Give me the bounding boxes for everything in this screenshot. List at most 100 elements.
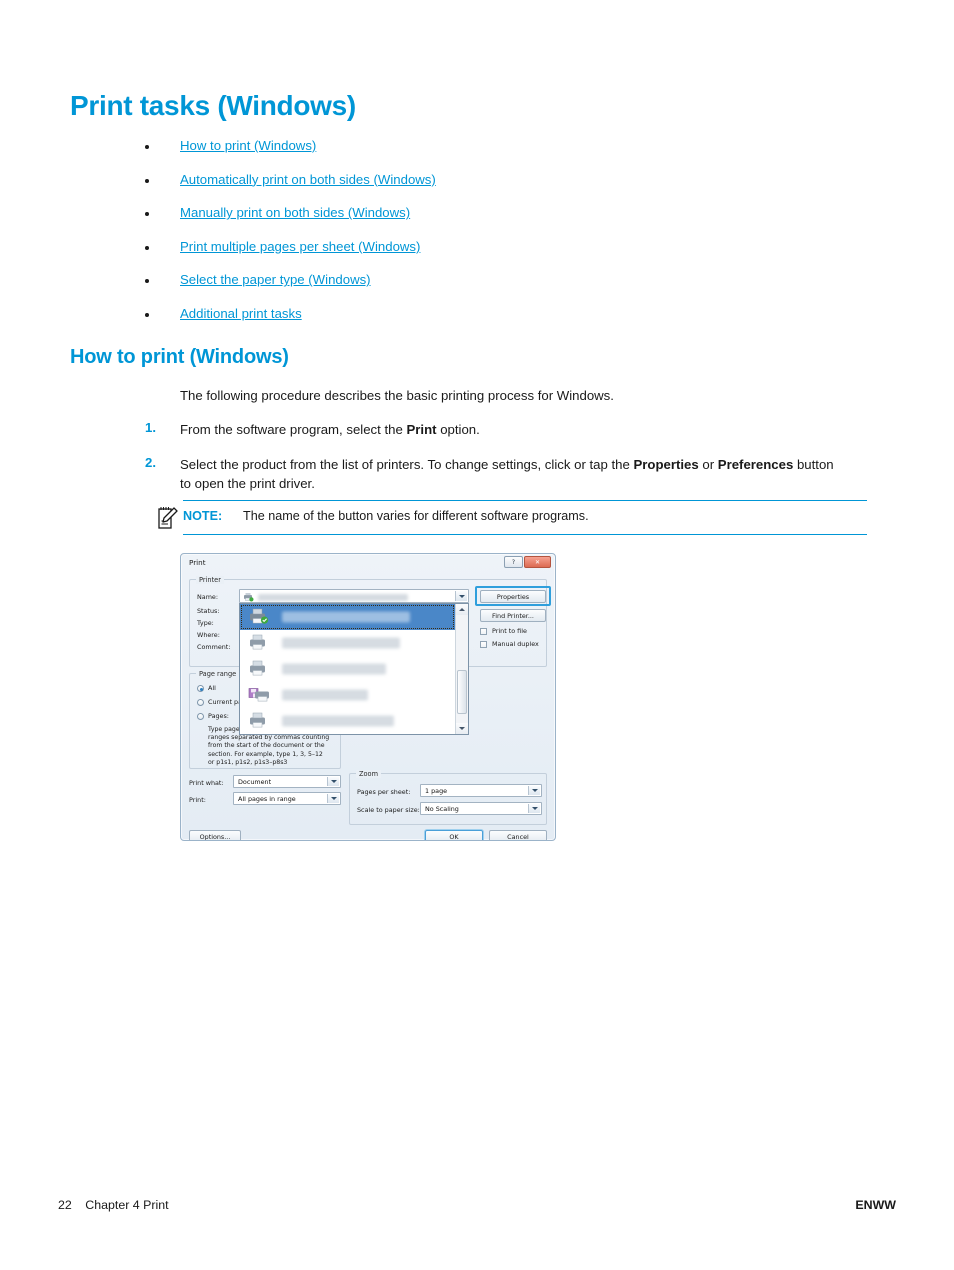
dialog-body: Printer Name: Status: Type: Where: Comme… [181, 571, 555, 840]
printer-dropdown-list[interactable] [239, 603, 469, 735]
toc-link[interactable]: Additional print tasks [180, 306, 302, 321]
list-item[interactable] [240, 630, 455, 656]
toc-link[interactable]: How to print (Windows) [180, 138, 316, 153]
toc-link[interactable]: Select the paper type (Windows) [180, 272, 371, 287]
printer-icon [248, 634, 270, 653]
toc-link[interactable]: Manually print on both sides (Windows) [180, 205, 410, 220]
options-button[interactable]: Options... [189, 830, 241, 840]
printer-icon [248, 608, 270, 627]
zoom-group: Zoom [349, 770, 547, 825]
note-pencil-icon [157, 505, 179, 530]
scale-to-paper-value: No Scaling [425, 804, 459, 813]
printer-entry-redacted [282, 611, 410, 623]
print-dialog: Print ? ✕ Printer Name: Status: Type: Wh… [180, 553, 556, 841]
printer-name-combo[interactable] [239, 589, 469, 603]
bullet-icon [145, 312, 149, 317]
chevron-down-icon[interactable] [528, 786, 540, 795]
list-item[interactable] [240, 604, 455, 630]
printer-entry-redacted [282, 637, 400, 649]
printer-icon [244, 593, 254, 602]
scale-to-paper-combo[interactable]: No Scaling [420, 802, 542, 815]
note-text: The name of the button varies for differ… [243, 509, 589, 523]
section-heading: How to print (Windows) [70, 346, 289, 368]
list-item[interactable]: Automatically print on both sides (Windo… [145, 172, 845, 206]
page-range-all-radio[interactable] [197, 685, 204, 692]
chevron-down-icon[interactable] [455, 591, 467, 601]
print-what-combo[interactable]: Document [233, 775, 341, 788]
manual-duplex-label: Manual duplex [492, 640, 539, 648]
printer-name-label: Name: [197, 593, 219, 601]
dropdown-scrollbar[interactable] [455, 604, 468, 734]
list-item[interactable] [240, 656, 455, 682]
page-range-pages-label: Pages: [208, 712, 229, 720]
page-range-pages-radio[interactable] [197, 713, 204, 720]
toc-link[interactable]: Print multiple pages per sheet (Windows) [180, 239, 420, 254]
page-range-all-label: All [208, 684, 216, 692]
bullet-icon [145, 145, 149, 149]
printer-icon [248, 660, 270, 679]
note-divider-top [183, 500, 867, 501]
scale-to-paper-label: Scale to paper size: [357, 806, 420, 814]
close-button[interactable]: ✕ [524, 556, 551, 568]
ok-button[interactable]: OK [425, 830, 483, 840]
procedure-steps: 1. From the software program, select the… [145, 420, 845, 509]
note-divider-bottom [183, 534, 867, 535]
printer-type-label: Type: [197, 619, 214, 627]
intro-paragraph: The following procedure describes the ba… [180, 388, 614, 403]
print-to-file-checkbox[interactable] [480, 628, 487, 635]
bullet-icon [145, 279, 149, 284]
list-item[interactable]: Print multiple pages per sheet (Windows) [145, 239, 845, 273]
pages-per-sheet-combo[interactable]: 1 page [420, 784, 542, 797]
step-item: 2. Select the product from the list of p… [145, 455, 845, 493]
print-filter-value: All pages in range [238, 794, 296, 803]
list-item[interactable]: How to print (Windows) [145, 138, 845, 172]
printer-comment-label: Comment: [197, 643, 231, 651]
pages-per-sheet-value: 1 page [425, 786, 448, 795]
printer-name-value-redacted [258, 594, 408, 601]
step-text: Select the product from the list of prin… [180, 457, 834, 491]
section-link-list: How to print (Windows) Automatically pri… [145, 138, 845, 340]
save-to-file-icon [248, 686, 270, 705]
note-callout: NOTE: The name of the button varies for … [155, 500, 867, 535]
footer-page-number: 22 [58, 1198, 72, 1212]
scrollbar-thumb[interactable] [457, 670, 467, 714]
document-page: Print tasks (Windows) How to print (Wind… [0, 0, 954, 1270]
printer-entry-redacted [282, 689, 368, 701]
print-filter-label: Print: [189, 796, 206, 804]
bullet-icon [145, 212, 149, 217]
bullet-icon [145, 178, 149, 183]
page-range-current-radio[interactable] [197, 699, 204, 706]
toc-link[interactable]: Automatically print on both sides (Windo… [180, 172, 436, 187]
chevron-down-icon[interactable] [327, 777, 339, 786]
list-item[interactable]: Manually print on both sides (Windows) [145, 205, 845, 239]
step-text: From the software program, select the Pr… [180, 422, 480, 437]
cancel-button[interactable]: Cancel [489, 830, 547, 840]
printer-icon [248, 712, 270, 731]
page-title: Print tasks (Windows) [70, 90, 356, 121]
scroll-down-icon[interactable] [456, 723, 468, 734]
chevron-down-icon[interactable] [327, 794, 339, 803]
print-filter-combo[interactable]: All pages in range [233, 792, 341, 805]
list-item[interactable] [240, 682, 455, 708]
step-item: 1. From the software program, select the… [145, 420, 845, 439]
footer-chapter: Chapter 4 Print [85, 1198, 169, 1212]
print-to-file-label: Print to file [492, 627, 527, 635]
chevron-down-icon[interactable] [528, 804, 540, 813]
page-range-group-title: Page range [196, 670, 240, 678]
print-what-value: Document [238, 777, 272, 786]
manual-duplex-checkbox[interactable] [480, 641, 487, 648]
step-number: 2. [145, 455, 156, 470]
properties-button[interactable]: Properties [480, 590, 546, 603]
find-printer-button[interactable]: Find Printer... [480, 609, 546, 622]
pages-per-sheet-label: Pages per sheet: [357, 788, 411, 796]
list-item[interactable]: Additional print tasks [145, 306, 845, 340]
page-footer-right: ENWW [855, 1198, 896, 1212]
printer-entry-redacted [282, 663, 386, 675]
scroll-up-icon[interactable] [456, 604, 468, 615]
step-number: 1. [145, 420, 156, 435]
list-item[interactable]: Select the paper type (Windows) [145, 272, 845, 306]
list-item[interactable] [240, 708, 455, 734]
page-footer-left: 22 Chapter 4 Print [58, 1198, 169, 1212]
printer-status-label: Status: [197, 607, 220, 615]
help-button[interactable]: ? [504, 556, 523, 568]
